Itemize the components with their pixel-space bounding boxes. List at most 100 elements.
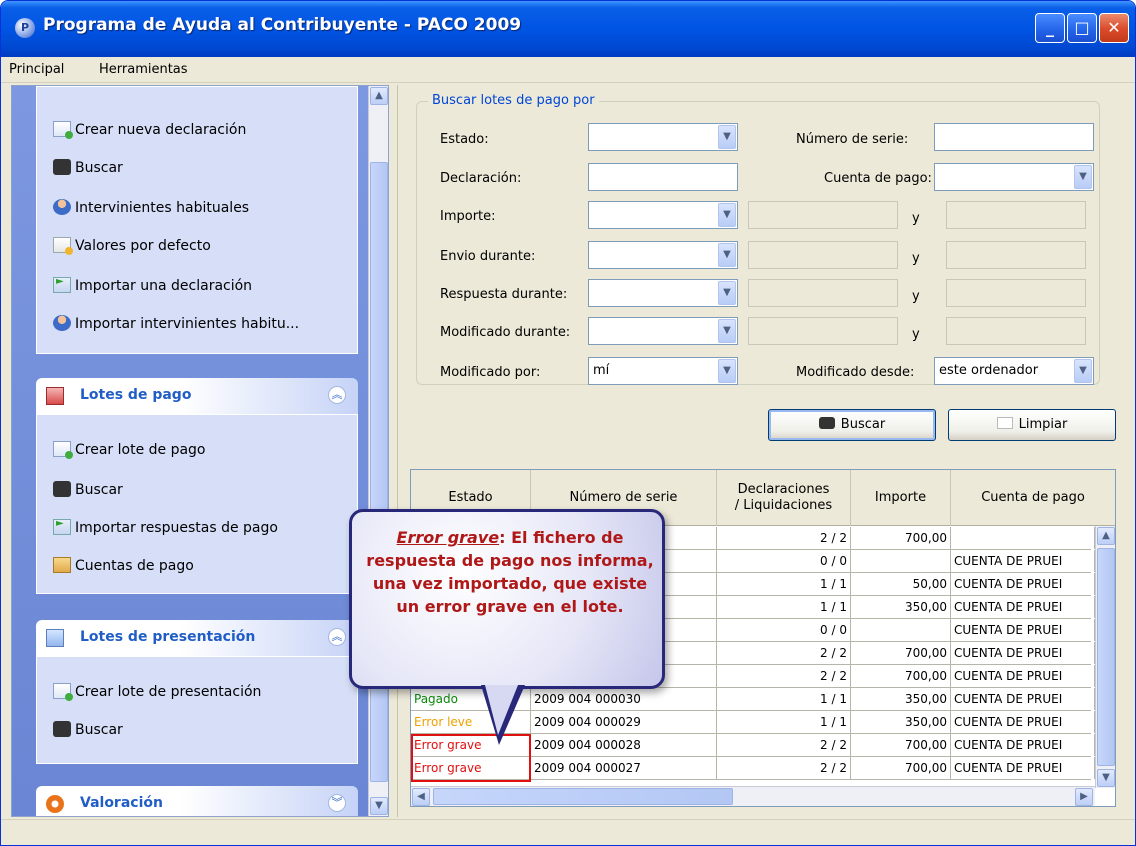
importe-select[interactable]: ▼ <box>588 201 738 229</box>
cell-importe <box>851 619 951 641</box>
table-row[interactable]: Error grave 2009 004 000027 2 / 2 700,00 CUE… <box>411 757 1095 780</box>
scroll-left-icon[interactable]: ◀ <box>412 788 430 806</box>
limpiar-button[interactable]: Limpiar <box>948 409 1116 441</box>
envio-to-field[interactable] <box>946 241 1086 269</box>
minimize-icon[interactable]: _ <box>1035 13 1065 43</box>
envio-label: Envio durante: <box>440 249 536 264</box>
scroll-up-icon[interactable]: ▲ <box>370 87 388 105</box>
sidebar-item-valores-defecto[interactable]: Valores por defecto <box>53 237 211 255</box>
cell-decl: 2 / 2 <box>717 757 851 779</box>
col-declaraciones[interactable]: Declaraciones / Liquidaciones <box>717 470 851 526</box>
envio-from-field[interactable] <box>748 241 898 269</box>
lotes-pago-header[interactable]: Lotes de pago ︽ <box>36 378 358 414</box>
modificado-to-field[interactable] <box>946 317 1086 345</box>
menu-bar: Principal Herramientas <box>1 57 1135 83</box>
status-bar <box>1 819 1135 845</box>
cell-cuenta: CUENTA DE PRUEI <box>951 642 1095 664</box>
col-cuenta-pago[interactable]: Cuenta de pago <box>951 470 1115 526</box>
scroll-down-icon[interactable]: ▼ <box>370 797 388 815</box>
declaracion-field[interactable] <box>588 163 738 191</box>
cell-decl: 0 / 0 <box>717 550 851 572</box>
respuesta-select[interactable]: ▼ <box>588 279 738 307</box>
sidebar-item-cuentas-pago[interactable]: Cuentas de pago <box>53 557 194 574</box>
users-import-icon <box>53 315 71 331</box>
new-batch-icon <box>53 441 73 459</box>
chevron-down-icon[interactable]: ▼ <box>718 281 736 305</box>
envio-select[interactable]: ▼ <box>588 241 738 269</box>
numero-serie-field[interactable] <box>934 123 1094 151</box>
sidebar-item-crear-lote-pago[interactable]: Crear lote de pago <box>53 441 206 459</box>
eraser-icon <box>996 417 1013 429</box>
callout-text: Error grave: El fichero de respuesta de … <box>366 528 654 616</box>
cell-serie: 2009 004 000028 <box>531 734 717 756</box>
sidebar-item-intervinientes[interactable]: Intervinientes habituales <box>53 199 249 216</box>
modificado-durante-select[interactable]: ▼ <box>588 317 738 345</box>
collapse-icon[interactable]: ︽ <box>328 386 346 404</box>
estado-select[interactable]: ▼ <box>588 123 738 151</box>
scroll-down-icon[interactable]: ▼ <box>1097 769 1115 787</box>
lotes-presentacion-header[interactable]: Lotes de presentación ︽ <box>36 620 358 656</box>
scroll-up-icon[interactable]: ▲ <box>1097 527 1115 545</box>
chevron-down-icon[interactable]: ▼ <box>718 243 736 267</box>
sidebar-item-crear-declaracion[interactable]: Crear nueva declaración <box>53 121 246 139</box>
importe-from-field[interactable] <box>748 201 898 229</box>
chevron-down-icon[interactable]: ▼ <box>718 359 736 383</box>
sidebar-item-buscar-lotes-presentacion[interactable]: Buscar <box>53 721 123 738</box>
cuenta-pago-label: Cuenta de pago: <box>824 171 932 186</box>
defaults-document-icon <box>53 237 73 255</box>
buscar-button[interactable]: Buscar <box>768 409 936 441</box>
maximize-icon[interactable]: □ <box>1067 13 1097 43</box>
importe-label: Importe: <box>440 209 496 224</box>
sidebar-item-importar-declaracion[interactable]: Importar una declaración <box>53 276 252 294</box>
menu-principal[interactable]: Principal <box>9 62 64 77</box>
modificado-por-select[interactable]: mí ▼ <box>588 357 738 385</box>
cell-cuenta: CUENTA DE PRUEI <box>951 619 1095 641</box>
scroll-thumb[interactable] <box>370 162 388 782</box>
grid-horizontal-scrollbar[interactable]: ◀ ▶ <box>411 786 1095 806</box>
import-icon <box>53 276 71 293</box>
scroll-right-icon[interactable]: ▶ <box>1075 788 1093 806</box>
sidebar-item-crear-lote-presentacion[interactable]: Crear lote de presentación <box>53 683 261 701</box>
modificado-desde-select[interactable]: este ordenador ▼ <box>934 357 1094 385</box>
sidebar-item-buscar-lotes-pago[interactable]: Buscar <box>53 481 123 498</box>
chevron-down-icon[interactable]: ▼ <box>1074 165 1092 189</box>
close-icon[interactable]: ✕ <box>1099 13 1129 43</box>
binoculars-icon <box>53 159 71 175</box>
expand-icon[interactable]: ︾ <box>328 794 346 812</box>
users-icon <box>53 199 71 215</box>
title-bar[interactable]: P Programa de Ayuda al Contribuyente - P… <box>1 1 1135 57</box>
scroll-thumb[interactable] <box>433 788 733 805</box>
cell-cuenta: CUENTA DE PRUEI <box>951 757 1095 779</box>
chevron-down-icon[interactable]: ▼ <box>718 125 736 149</box>
cell-decl: 2 / 2 <box>717 527 851 549</box>
cuenta-pago-select[interactable]: ▼ <box>934 163 1094 191</box>
respuesta-from-field[interactable] <box>748 279 898 307</box>
chevron-down-icon[interactable]: ▼ <box>1074 359 1092 383</box>
cell-decl: 0 / 0 <box>717 619 851 641</box>
callout-tooltip: Error grave: El fichero de respuesta de … <box>349 509 665 689</box>
cell-cuenta: CUENTA DE PRUEI <box>951 711 1095 733</box>
cell-serie: 2009 004 000030 <box>531 688 717 710</box>
sidebar-item-importar-respuestas[interactable]: Importar respuestas de pago <box>53 518 278 536</box>
sidebar-scrollbar[interactable]: ▲ ▼ <box>368 86 388 816</box>
grid-vertical-scrollbar[interactable]: ▲ ▼ <box>1095 526 1115 788</box>
search-legend: Buscar lotes de pago por <box>428 93 599 108</box>
sidebar-item-buscar[interactable]: Buscar <box>53 159 123 176</box>
chevron-down-icon[interactable]: ▼ <box>718 319 736 343</box>
task-pane: Crear nueva declaración Buscar Intervini… <box>11 85 389 817</box>
scroll-thumb[interactable] <box>1097 548 1115 766</box>
app-icon: P <box>15 18 35 38</box>
chevron-down-icon[interactable]: ▼ <box>718 203 736 227</box>
collapse-icon[interactable]: ︽ <box>328 628 346 646</box>
payment-batch-icon <box>46 387 64 405</box>
sidebar-item-importar-intervinientes[interactable]: Importar intervinientes habitu... <box>53 315 299 332</box>
menu-herramientas[interactable]: Herramientas <box>99 62 188 77</box>
modificado-from-field[interactable] <box>748 317 898 345</box>
col-importe[interactable]: Importe <box>851 470 951 526</box>
valoracion-header[interactable]: Valoración ︾ <box>36 786 358 816</box>
declaraciones-panel: Crear nueva declaración Buscar Intervini… <box>36 86 358 354</box>
respuesta-to-field[interactable] <box>946 279 1086 307</box>
cell-importe: 350,00 <box>851 711 951 733</box>
new-batch-icon <box>53 683 73 701</box>
importe-to-field[interactable] <box>946 201 1086 229</box>
